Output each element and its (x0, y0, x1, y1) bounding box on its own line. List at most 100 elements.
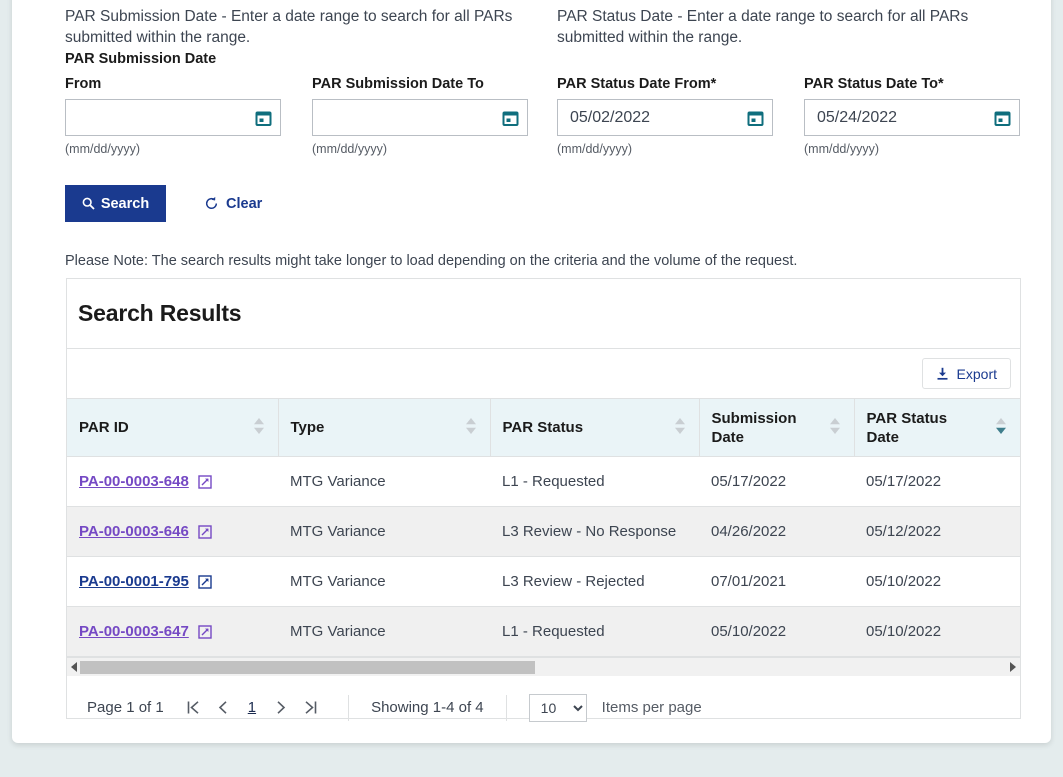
cell-submission-date: 07/01/2021 (699, 556, 854, 607)
last-page-button[interactable] (295, 700, 326, 715)
par-id-link[interactable]: PA-00-0003-646 (79, 523, 189, 540)
scrollbar-thumb[interactable] (80, 661, 535, 674)
reset-icon (204, 196, 219, 211)
results-table: PAR ID Type PAR Status Submission Date P… (67, 398, 1020, 657)
items-per-page-select[interactable]: 10 25 50 100 (528, 693, 587, 722)
status-date-group: PAR Status Date - Enter a date range to … (557, 6, 1027, 156)
par-id-link[interactable]: PA-00-0001-795 (79, 573, 189, 590)
form-actions: Search Clear (65, 185, 262, 222)
status-date-from-label: PAR Status Date From* (557, 76, 717, 92)
status-date-from-hint: (mm/dd/yyyy) (557, 142, 632, 156)
column-header-submission-date[interactable]: Submission Date (699, 398, 855, 457)
pagination: Page 1 of 1 1 Showing 1-4 of 4 10 Items … (67, 676, 1020, 739)
page-card: PAR Submission Date - Enter a date range… (12, 0, 1051, 743)
column-header-type[interactable]: Type (278, 398, 491, 457)
cell-par-status-date: 05/10/2022 (854, 606, 1020, 657)
page-number-1[interactable]: 1 (238, 699, 266, 716)
sort-icon[interactable] (828, 415, 842, 441)
cell-type: MTG Variance (278, 606, 490, 657)
search-note: Please Note: The search results might ta… (65, 253, 798, 269)
cell-par-status: L3 Review - Rejected (490, 556, 699, 607)
status-date-from-input[interactable] (558, 100, 744, 135)
cell-par-id: PA-00-0003-646 (67, 506, 278, 557)
scroll-left-arrow-icon[interactable] (71, 662, 77, 672)
next-page-button[interactable] (266, 700, 295, 715)
cell-type: MTG Variance (278, 456, 490, 507)
status-date-to-input[interactable] (805, 100, 991, 135)
column-header-par-status[interactable]: PAR Status (490, 398, 700, 457)
sort-icon[interactable] (252, 415, 266, 441)
status-date-to-label: PAR Status Date To* (804, 76, 944, 92)
clear-button[interactable]: Clear (204, 196, 262, 212)
search-button-label: Search (100, 195, 150, 212)
calendar-icon[interactable] (255, 109, 272, 126)
calendar-icon[interactable] (994, 109, 1011, 126)
external-link-icon[interactable] (198, 624, 212, 639)
pagination-divider (505, 694, 507, 721)
external-link-icon[interactable] (198, 524, 212, 539)
column-header-label: PAR ID (79, 419, 129, 436)
pagination-divider (348, 694, 350, 721)
table-row: PA-00-0003-647 MTG Variance L1 - Request… (67, 606, 1020, 657)
status-date-to-hint: (mm/dd/yyyy) (804, 142, 879, 156)
calendar-icon[interactable] (502, 109, 519, 126)
page-content: PAR Submission Date - Enter a date range… (53, 0, 1051, 724)
column-header-label: PAR Status Date (866, 409, 948, 446)
column-header-label: PAR Status (502, 419, 584, 436)
submission-date-to-input[interactable] (313, 100, 499, 135)
status-date-to-wrap (804, 99, 1020, 136)
cell-par-id: PA-00-0003-648 (67, 456, 278, 507)
search-button[interactable]: Search (65, 185, 166, 222)
column-header-label: Type (290, 419, 325, 436)
status-date-from-wrap (557, 99, 773, 136)
column-header-label: Submission Date (711, 409, 797, 446)
export-button[interactable]: Export (921, 358, 1011, 389)
results-table-head: PAR ID Type PAR Status Submission Date P… (67, 398, 1020, 457)
cell-par-status-date: 05/10/2022 (854, 556, 1020, 607)
items-per-page-label: Items per page (601, 699, 702, 716)
par-id-link[interactable]: PA-00-0003-648 (79, 473, 189, 490)
cell-par-status: L3 Review - No Response (490, 506, 699, 557)
sort-icon[interactable] (673, 415, 687, 441)
calendar-icon[interactable] (747, 109, 764, 126)
results-toolbar: Export (67, 349, 1020, 398)
cell-par-status: L1 - Requested (490, 456, 699, 507)
cell-par-status-date: 05/17/2022 (854, 456, 1020, 507)
column-header-par-id[interactable]: PAR ID (67, 398, 279, 457)
cell-submission-date: 04/26/2022 (699, 506, 854, 557)
cell-par-id: PA-00-0001-795 (67, 556, 278, 607)
submission-date-to-hint: (mm/dd/yyyy) (312, 142, 387, 156)
submission-date-from-label: From (65, 76, 102, 92)
submission-date-from-input[interactable] (66, 100, 252, 135)
table-row: PA-00-0003-646 MTG Variance L3 Review - … (67, 506, 1020, 557)
table-row: PA-00-0001-795 MTG Variance L3 Review - … (67, 556, 1020, 607)
submission-date-to-wrap (312, 99, 528, 136)
status-date-intro: PAR Status Date - Enter a date range to … (557, 8, 969, 46)
export-button-label: Export (956, 365, 997, 382)
status-date-to-field: PAR Status Date To* (mm/dd/yyyy) (804, 76, 1020, 156)
horizontal-scrollbar[interactable] (67, 657, 1020, 676)
submission-date-from-hint: (mm/dd/yyyy) (65, 142, 140, 156)
column-header-par-status-date[interactable]: PAR Status Date (854, 398, 1020, 457)
submission-date-from-field: From (mm/dd/yyyy) (65, 76, 281, 156)
search-results-card: Search Results Export PAR ID Type PAR St… (66, 278, 1021, 722)
first-page-button[interactable] (178, 700, 209, 715)
cell-type: MTG Variance (278, 556, 490, 607)
submission-date-group: PAR Submission Date - Enter a date range… (65, 6, 535, 156)
external-link-icon[interactable] (198, 574, 212, 589)
cell-par-id: PA-00-0003-647 (67, 606, 278, 657)
table-header-row: PAR ID Type PAR Status Submission Date P… (67, 398, 1020, 457)
search-results-header: Search Results (67, 279, 1020, 349)
external-link-icon[interactable] (198, 474, 212, 489)
par-id-link[interactable]: PA-00-0003-647 (79, 623, 189, 640)
showing-count: Showing 1-4 of 4 (371, 699, 484, 716)
results-table-body: PA-00-0003-648 MTG Variance L1 - Request… (67, 456, 1020, 657)
previous-page-button[interactable] (209, 700, 238, 715)
sort-icon[interactable] (464, 415, 478, 441)
submission-date-from-wrap (65, 99, 281, 136)
status-date-from-field: PAR Status Date From* (mm/dd/yyyy) (557, 76, 773, 156)
page-indicator: Page 1 of 1 (87, 699, 164, 716)
page-title: Search Results (78, 300, 242, 326)
sort-icon-active-desc[interactable] (994, 415, 1008, 441)
scroll-right-arrow-icon[interactable] (1010, 662, 1016, 672)
